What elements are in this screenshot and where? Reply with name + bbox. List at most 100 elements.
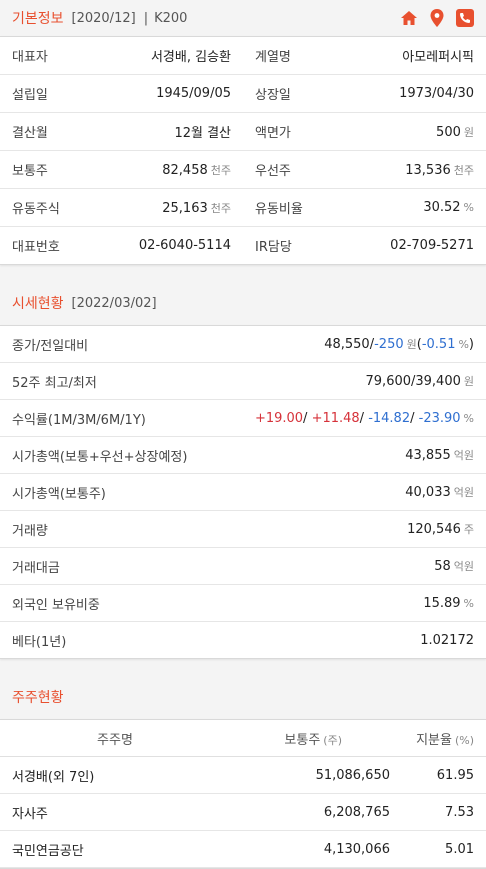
basic-info-title: 기본정보: [12, 11, 64, 27]
field-value-wrap: 서경배, 김승환: [151, 46, 231, 65]
market-value-wrap: 43,855 억원: [405, 447, 474, 463]
return-6m: -14.82: [368, 410, 411, 426]
holder-ratio: 7.53: [445, 804, 474, 820]
week52-label: 52주 최고/최저: [12, 375, 97, 391]
phone-icon[interactable]: [456, 9, 474, 27]
market-label: 베타(1년): [12, 634, 67, 650]
return-1y: -23.90: [418, 410, 461, 426]
field-value: 서경배, 김승환: [150, 50, 231, 65]
market-value: 58: [434, 559, 451, 574]
basic-info-cell: IR담당 02-709-5271: [243, 236, 486, 255]
returns-row: 수익률(1M/3M/6M/1Y) +19.00/ +11.48/ -14.82/…: [0, 400, 486, 437]
market-label: 외국인 보유비중: [12, 597, 100, 613]
basic-info-header: 기본정보 [2020/12] | K200: [0, 0, 486, 36]
holder-name: 국민연금공단: [12, 843, 84, 859]
market-value: 120,546: [407, 522, 461, 537]
basic-info-cell: 결산월 12월 결산: [0, 122, 243, 141]
col-ratio-label: 지분율: [416, 732, 452, 748]
holder-name: 서경배(외 7인): [12, 769, 95, 785]
col-shares: 보통주 (주): [230, 729, 342, 748]
basic-info-cell: 우선주 13,536 천주: [243, 160, 486, 180]
market-value-wrap: 15.89%: [423, 596, 474, 611]
field-value: 500: [436, 124, 461, 140]
basic-info-cell: 보통주 82,458 천주: [0, 160, 243, 180]
market-unit: 억원: [453, 449, 474, 462]
field-value: 25,163: [162, 200, 208, 216]
holder-ratio: 5.01: [445, 841, 474, 857]
market-label: 시가총액(보통+우선+상장예정): [12, 449, 188, 465]
index-badge: K200: [154, 10, 188, 26]
week52-unit: 원: [463, 375, 474, 388]
holders-header: 주주현황: [0, 675, 486, 719]
price-change-pct: -0.51: [421, 337, 456, 352]
field-value-wrap: 25,163 천주: [162, 200, 231, 216]
market-unit: 억원: [453, 486, 474, 499]
market-value: 43,855: [405, 448, 451, 463]
market-unit: %: [463, 596, 474, 610]
week52-value-wrap: 79,600/39,400 원: [366, 373, 474, 389]
field-unit: 천주: [453, 163, 474, 177]
field-value: 1973/04/30: [399, 86, 474, 101]
returns-sep: /: [410, 410, 419, 426]
basic-info-row: 설립일 1945/09/05 상장일 1973/04/30: [0, 75, 486, 113]
basic-info-cell: 대표번호 02-6040-5114: [0, 236, 243, 255]
field-label: 보통주: [12, 164, 48, 179]
market-row: 시가총액(보통+우선+상장예정) 43,855 억원: [0, 437, 486, 474]
field-label: 우선주: [255, 164, 291, 179]
field-value-wrap: 아모레퍼시픽: [402, 46, 474, 65]
market-row: 거래량 120,546 주: [0, 511, 486, 548]
returns-sep: /: [303, 410, 312, 426]
home-icon[interactable]: [400, 9, 418, 27]
col-shares-unit: (주): [323, 733, 342, 747]
holders-table-header: 주주명 보통주 (주) 지분율 (%): [0, 720, 486, 757]
field-label: 대표번호: [12, 240, 60, 255]
basic-info-cell: 액면가 500 원: [243, 122, 486, 142]
field-label: 결산월: [12, 126, 48, 141]
market-row: 외국인 보유비중 15.89%: [0, 585, 486, 622]
price-row: 종가/전일대비 48,550/-250 원(-0.51%): [0, 326, 486, 363]
returns-sep: /: [359, 410, 369, 426]
field-value: 아모레퍼시픽: [402, 50, 474, 65]
field-unit: %: [463, 201, 474, 214]
market-value-wrap: 58 억원: [434, 558, 474, 574]
basic-info-cell: 계열명 아모레퍼시픽: [243, 46, 486, 65]
basic-info-row: 결산월 12월 결산 액면가 500 원: [0, 113, 486, 151]
field-value: 13,536: [405, 162, 451, 178]
holder-ratio: 61.95: [436, 767, 474, 783]
holder-shares: 51,086,650: [315, 767, 390, 783]
holders-title: 주주현황: [12, 690, 64, 706]
field-label: 설립일: [12, 88, 48, 103]
price-value: 48,550/-250 원(-0.51%): [324, 336, 474, 352]
field-value: 12월 결산: [174, 126, 231, 141]
field-value-wrap: 13,536 천주: [405, 162, 474, 178]
location-pin-icon[interactable]: [428, 9, 446, 27]
field-label: 상장일: [255, 88, 291, 103]
basic-info-row: 유동주식 25,163 천주 유동비율 30.52%: [0, 189, 486, 227]
holders-card: 주주명 보통주 (주) 지분율 (%) 서경배(외 7인) 51,086,650 61.…: [0, 719, 486, 869]
field-value-wrap: 1973/04/30: [399, 86, 474, 101]
holder-name: 자사주: [12, 806, 48, 822]
market-value: 40,033: [405, 485, 451, 500]
header-divider: |: [143, 10, 149, 26]
market-label: 시가총액(보통주): [12, 486, 106, 502]
returns-value: +19.00/ +11.48/ -14.82/ -23.90%: [255, 411, 474, 426]
field-label: 유동비율: [255, 202, 303, 217]
field-value-wrap: 500 원: [436, 124, 474, 140]
market-value-wrap: 1.02172: [420, 633, 474, 648]
field-value-wrap: 02-709-5271: [390, 238, 474, 253]
market-date: [2022/03/02]: [71, 295, 157, 311]
field-unit: 천주: [210, 163, 231, 177]
week52-value: 79,600/39,400: [365, 374, 461, 389]
market-label: 거래대금: [12, 560, 60, 576]
market-unit: 억원: [453, 560, 474, 573]
market-row: 시가총액(보통주) 40,033 억원: [0, 474, 486, 511]
basic-info-row: 보통주 82,458 천주 우선주 13,536 천주: [0, 151, 486, 189]
week52-row: 52주 최고/최저 79,600/39,400 원: [0, 363, 486, 400]
field-value-wrap: 1945/09/05: [156, 86, 231, 101]
market-value: 15.89: [423, 595, 461, 611]
field-value-wrap: 12월 결산: [174, 122, 231, 141]
field-unit: 천주: [210, 201, 231, 215]
price-change: -250: [374, 337, 404, 352]
field-value: 30.52: [423, 200, 461, 215]
returns-label: 수익률(1M/3M/6M/1Y): [12, 412, 146, 428]
